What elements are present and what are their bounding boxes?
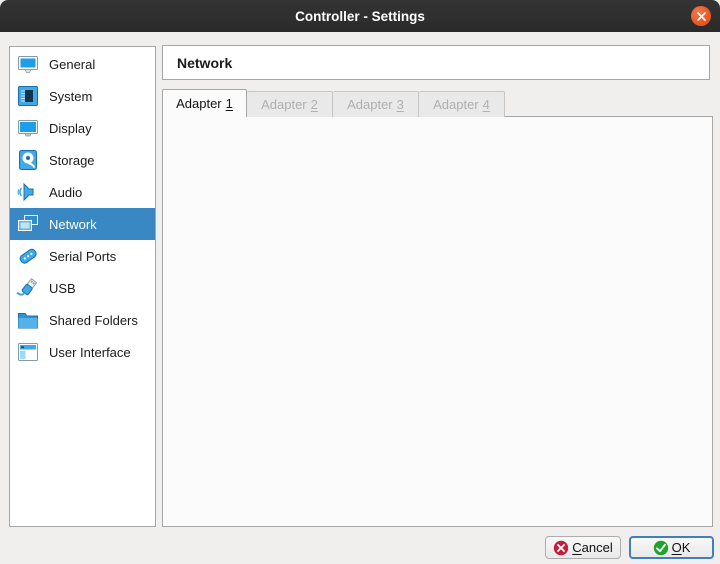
sidebar-item-network[interactable]: Network xyxy=(10,208,155,240)
display-icon xyxy=(15,115,41,141)
sidebar-item-audio[interactable]: Audio xyxy=(10,176,155,208)
shared-folders-icon xyxy=(15,307,41,333)
cancel-label: Cancel xyxy=(572,540,613,555)
sidebar-item-display[interactable]: Display xyxy=(10,112,155,144)
sidebar-item-label: Network xyxy=(49,216,97,232)
close-button[interactable] xyxy=(691,6,711,26)
page-header: Network xyxy=(162,45,710,80)
tab-mnemonic: 3 xyxy=(396,97,404,112)
adapter-tabbar: Adapter 1 Adapter 2 Adapter 3 Adapter 4 xyxy=(162,89,505,117)
tab-label: Adapter xyxy=(261,97,307,112)
sidebar-item-system[interactable]: System xyxy=(10,80,155,112)
sidebar-item-user-interface[interactable]: User Interface xyxy=(10,336,155,368)
tab-mnemonic: 2 xyxy=(310,97,318,112)
audio-icon xyxy=(15,179,41,205)
sidebar-item-label: Serial Ports xyxy=(49,248,117,264)
sidebar-item-label: Shared Folders xyxy=(49,312,138,328)
sidebar-item-label: Audio xyxy=(49,184,83,200)
system-icon xyxy=(15,83,41,109)
tab-label: Adapter xyxy=(347,97,393,112)
tab-adapter-4: Adapter 4 xyxy=(419,91,505,117)
general-icon xyxy=(15,51,41,77)
titlebar: Controller - Settings xyxy=(0,0,720,32)
tab-adapter-2: Adapter 2 xyxy=(247,91,333,117)
sidebar-item-label: Display xyxy=(49,120,92,136)
sidebar-item-serial-ports[interactable]: Serial Ports xyxy=(10,240,155,272)
sidebar-item-general[interactable]: General xyxy=(10,48,155,80)
sidebar-item-label: General xyxy=(49,56,96,72)
ok-button[interactable]: OK xyxy=(629,536,714,559)
tab-mnemonic: 1 xyxy=(225,96,233,111)
tab-mnemonic: 4 xyxy=(482,97,490,112)
sidebar-item-label: Storage xyxy=(49,152,95,168)
serial-ports-icon xyxy=(15,243,41,269)
sidebar-item-usb[interactable]: USB xyxy=(10,272,155,304)
close-icon xyxy=(696,11,707,22)
tab-label: Adapter xyxy=(176,96,222,111)
settings-category-list: General System Display Storage Audio Net… xyxy=(9,46,156,527)
adapter-1-panel xyxy=(162,116,713,527)
network-icon xyxy=(15,211,41,237)
storage-icon xyxy=(15,147,41,173)
sidebar-item-shared-folders[interactable]: Shared Folders xyxy=(10,304,155,336)
user-interface-icon xyxy=(15,339,41,365)
tab-adapter-1[interactable]: Adapter 1 xyxy=(162,89,247,117)
page-title: Network xyxy=(177,54,233,71)
ok-label: OK xyxy=(671,540,691,555)
ok-icon xyxy=(653,540,669,556)
cancel-button[interactable]: Cancel xyxy=(545,536,621,559)
tab-adapter-3: Adapter 3 xyxy=(333,91,419,117)
usb-icon xyxy=(15,275,41,301)
sidebar-item-label: User Interface xyxy=(49,344,131,360)
sidebar-item-label: System xyxy=(49,88,93,104)
sidebar-item-label: USB xyxy=(49,280,76,296)
cancel-icon xyxy=(553,540,569,556)
sidebar-item-storage[interactable]: Storage xyxy=(10,144,155,176)
tab-label: Adapter xyxy=(433,97,479,112)
window-title: Controller - Settings xyxy=(295,8,425,24)
